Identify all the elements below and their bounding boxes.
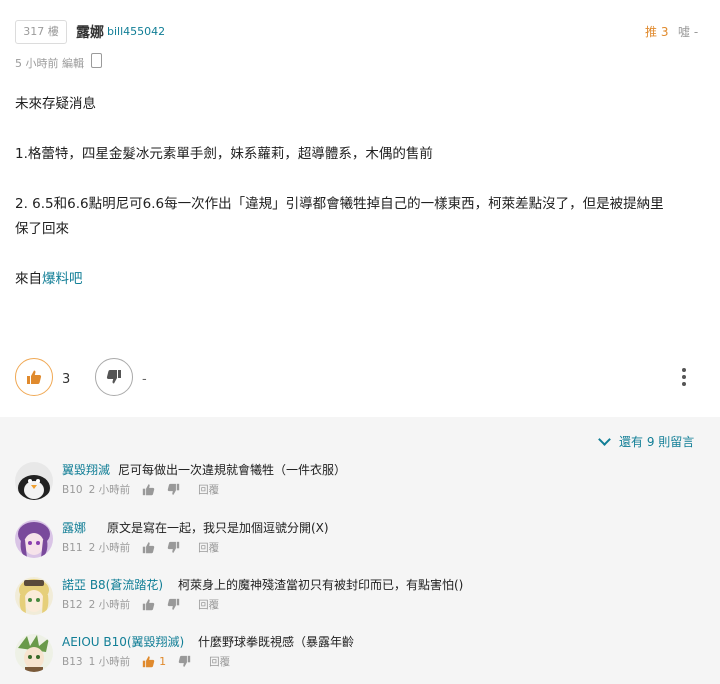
avatar[interactable] [15, 634, 53, 672]
avatar[interactable] [15, 520, 53, 558]
reply-button[interactable]: 回覆 [209, 654, 230, 669]
avatar[interactable] [15, 577, 53, 615]
dislike-button[interactable] [95, 358, 133, 396]
like-count: 3 [62, 372, 71, 387]
comment-time: 2 小時前 [88, 599, 131, 611]
comment-dislike-button[interactable] [167, 598, 180, 611]
dislike-icon [178, 655, 191, 667]
like-icon [142, 484, 155, 496]
comment-text: 原文是寫在一起，我只是加個逗號分開(X) [107, 521, 329, 535]
author-name[interactable]: 露娜 [76, 22, 104, 42]
comment-floor: B13 [62, 655, 83, 668]
author-id[interactable]: bill455042 [107, 25, 165, 38]
like-icon [142, 542, 155, 554]
comment-meta: B11 2 小時前 回覆 [62, 540, 219, 555]
comment-meta: B12 2 小時前 回覆 [62, 597, 219, 612]
comment-text: 什麼野球拳既視感（暴露年齡 [198, 635, 355, 649]
comment-like-count: 1 [159, 655, 167, 668]
comment-like-button[interactable] [142, 541, 155, 554]
comment-like-button[interactable] [142, 483, 155, 496]
more-comments-link[interactable]: 還有 9 則留言 [598, 433, 695, 450]
like-icon [142, 599, 155, 611]
comment-item: 諾亞 B8(蒼流踏花) 柯萊身上的魔神殘渣當初只有被封印而已，有點害怕() B1… [15, 577, 705, 627]
comment-item: 露娜 原文是寫在一起，我只是加個逗號分開(X) B11 2 小時前 回覆 [15, 520, 705, 570]
chevron-down-icon [598, 433, 611, 446]
post-line: 未來存疑消息 [15, 96, 96, 112]
dislike-count: - [142, 372, 147, 387]
source-link[interactable]: 爆料吧 [42, 271, 83, 287]
comment-meta: B10 2 小時前 回覆 [62, 482, 219, 497]
phone-icon [91, 53, 102, 68]
comment-item: AEIOU B10(翼毀翔滅) 什麼野球拳既視感（暴露年齡 B13 1 小時前 … [15, 634, 705, 684]
reply-button[interactable]: 回覆 [198, 482, 219, 497]
comment-floor: B12 [62, 598, 83, 611]
dislike-icon [167, 598, 180, 610]
dislike-icon [167, 541, 180, 553]
source-prefix: 來自 [15, 271, 42, 287]
more-icon[interactable] [680, 368, 688, 388]
post-source: 來自爆料吧 [15, 267, 705, 292]
comment-dislike-button[interactable] [178, 655, 191, 668]
push-count: 推 3 [645, 25, 669, 39]
comment-like-button[interactable] [142, 598, 155, 611]
comment-author[interactable]: 翼毀翔滅 [62, 461, 110, 478]
comment-author[interactable]: AEIOU B10(翼毀翔滅) [62, 633, 184, 650]
comment-author[interactable]: 諾亞 B8(蒼流踏花) [62, 576, 163, 593]
post-line: 1.格蕾特，四星金髮冰元素單手劍，妹系蘿莉，超導體系，木偶的售前 [15, 146, 433, 162]
comment-floor: B10 [62, 483, 83, 496]
like-icon [142, 656, 155, 668]
reply-button[interactable]: 回覆 [198, 597, 219, 612]
avatar[interactable] [15, 462, 53, 500]
comments-section: 還有 9 則留言 翼毀翔滅 尼可每做出一次違規就會犧牲（一件衣服） B10 2 … [0, 417, 720, 684]
post-line: 保了回來 [15, 221, 69, 237]
comment-like-button[interactable]: 1 [142, 655, 166, 668]
comment-item: 翼毀翔滅 尼可每做出一次違規就會犧牲（一件衣服） B10 2 小時前 回覆 [15, 462, 705, 512]
comment-time: 2 小時前 [88, 542, 131, 554]
reply-button[interactable]: 回覆 [198, 540, 219, 555]
comment-author[interactable]: 露娜 [62, 519, 86, 536]
dislike-icon [167, 483, 180, 495]
post: 317 樓 露娜 bill455042 推 3 噓 - 5 小時前 編輯 未來存… [0, 0, 720, 416]
comment-floor: B11 [62, 541, 83, 554]
comment-text: 尼可每做出一次違規就會犧牲（一件衣服） [118, 463, 347, 477]
like-icon [27, 370, 42, 384]
comment-dislike-button[interactable] [167, 483, 180, 496]
dislike-icon [106, 370, 121, 384]
comment-time: 1 小時前 [88, 656, 131, 668]
post-time: 5 小時前 編輯 [15, 57, 84, 70]
comment-time: 2 小時前 [88, 484, 131, 496]
like-button[interactable] [15, 358, 53, 396]
comment-text: 柯萊身上的魔神殘渣當初只有被封印而已，有點害怕() [178, 578, 464, 592]
hiss-count: 噓 - [678, 25, 699, 39]
comment-meta: B13 1 小時前 1 回覆 [62, 654, 230, 669]
more-comments-label: 還有 9 則留言 [619, 435, 695, 449]
post-line: 2. 6.5和6.6點明尼可6.6每一次作出「違規」引導都會犧牲掉自己的一樣東西… [15, 196, 664, 212]
floor-badge: 317 樓 [15, 20, 67, 44]
comment-dislike-button[interactable] [167, 541, 180, 554]
post-content: 未來存疑消息 1.格蕾特，四星金髮冰元素單手劍，妹系蘿莉，超導體系，木偶的售前 … [15, 92, 705, 292]
